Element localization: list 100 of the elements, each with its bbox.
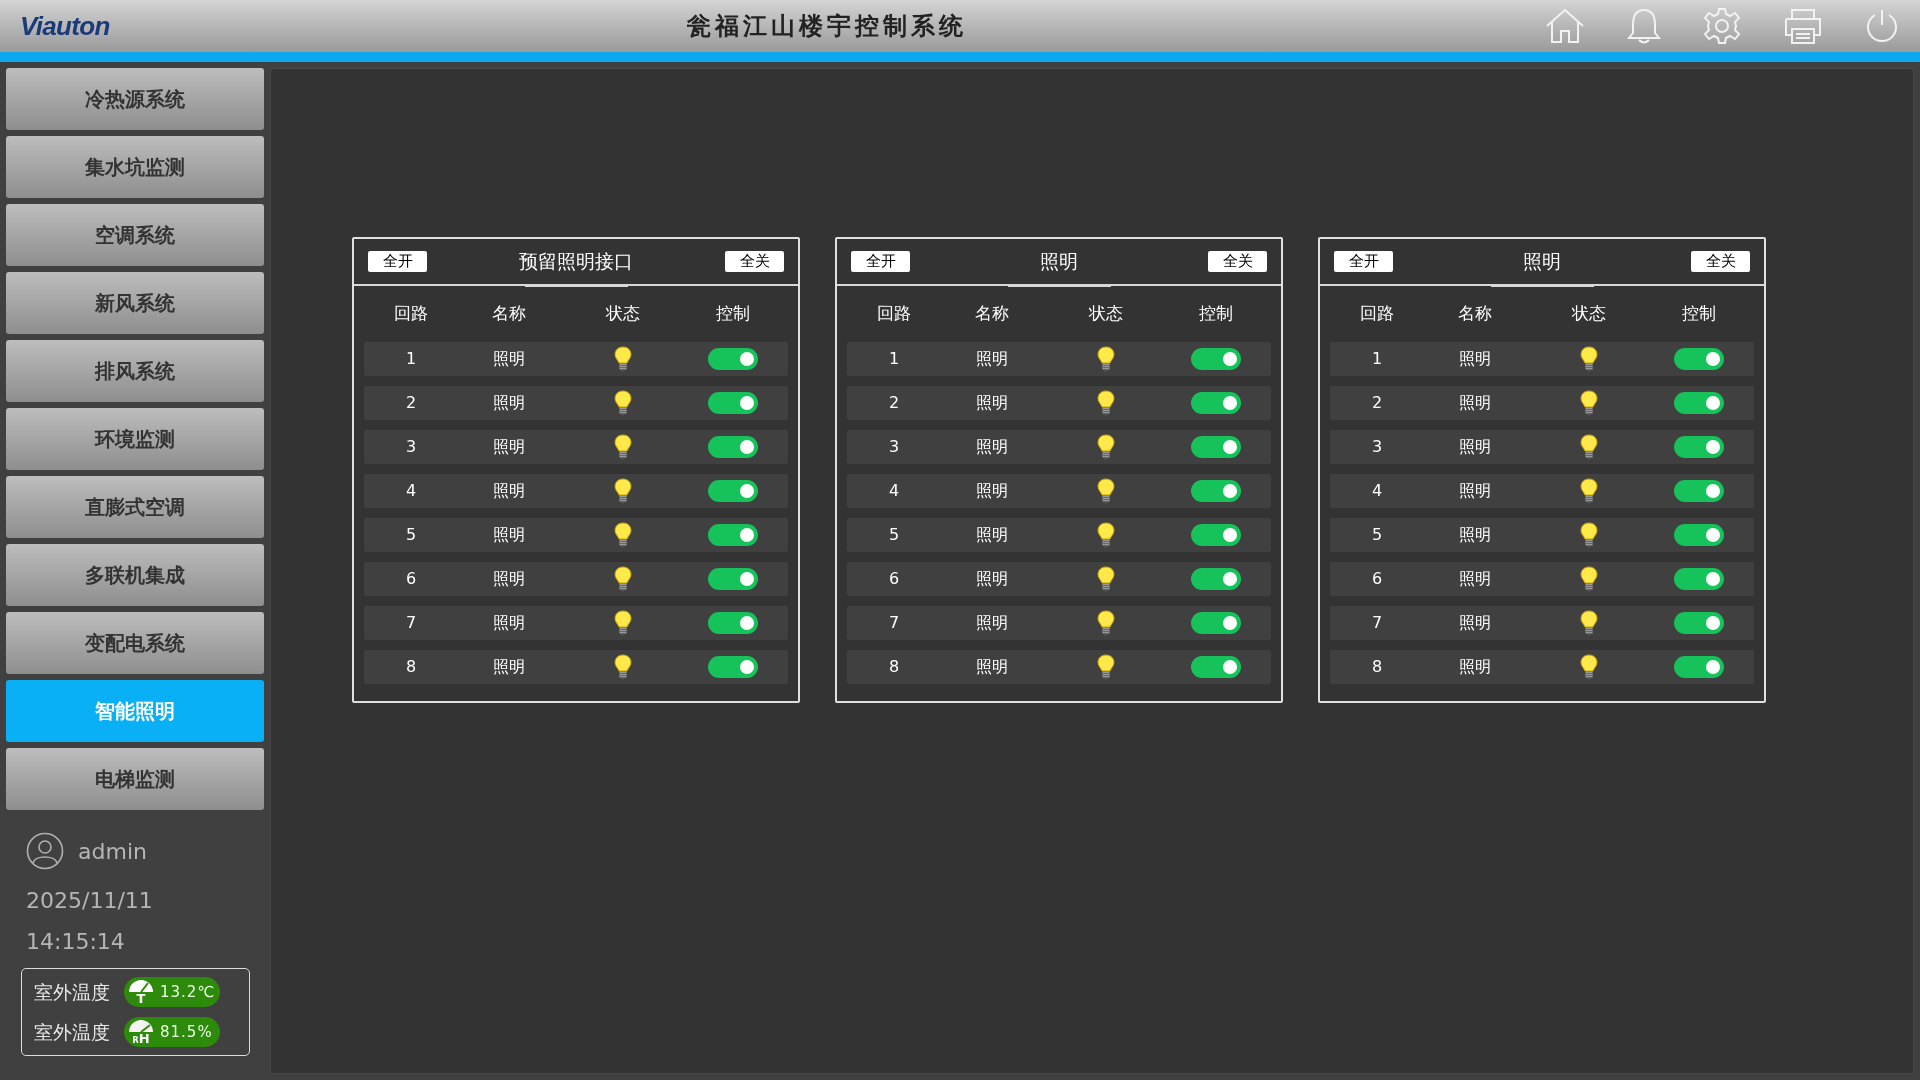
all-on-button[interactable]: 全开 [368,251,427,272]
all-off-button[interactable]: 全关 [1691,251,1750,272]
nav-item[interactable]: 排风系统 [6,340,264,402]
nav-item[interactable]: 电梯监测 [6,748,264,810]
toggle-switch[interactable] [708,612,758,634]
loop-number: 4 [887,480,901,502]
panel-title: 照明 [1040,249,1078,275]
circuit-name: 照明 [975,436,1009,458]
nav-item[interactable]: 新风系统 [6,272,264,334]
loop-number: 5 [887,524,901,546]
toggle-switch[interactable] [1191,656,1241,678]
username: admin [78,837,147,866]
circuit-name: 照明 [492,348,526,370]
column-header: 回路 [393,302,429,326]
circuit-name: 照明 [1458,612,1492,634]
circuit-name: 照明 [492,524,526,546]
nav-item[interactable]: 直膨式空调 [6,476,264,538]
loop-number: 3 [887,436,901,458]
circuit-name: 照明 [1458,436,1492,458]
sensor-label: 室外温度 [34,979,110,1005]
column-header: 控制 [1681,302,1717,326]
column-header: 状态 [605,302,641,326]
column-header: 名称 [974,302,1010,326]
toggle-switch[interactable] [1674,524,1724,546]
circuit-name: 照明 [1458,480,1492,502]
all-on-button[interactable]: 全开 [851,251,910,272]
loop-number: 6 [404,568,418,590]
toggle-switch[interactable] [1191,348,1241,370]
column-header: 控制 [715,302,751,326]
loop-number: 1 [887,348,901,370]
toggle-switch[interactable] [1674,392,1724,414]
sensor-reading: RH 81.5% [124,1017,220,1047]
toggle-switch[interactable] [1674,480,1724,502]
column-header: 名称 [1457,302,1493,326]
toggle-switch[interactable] [1191,436,1241,458]
loop-number: 2 [1370,392,1384,414]
panel-title: 预留照明接口 [519,249,633,275]
toggle-switch[interactable] [708,392,758,414]
nav-item[interactable]: 变配电系统 [6,612,264,674]
circuit-name: 照明 [1458,568,1492,590]
toggle-switch[interactable] [1191,524,1241,546]
loop-number: 6 [887,568,901,590]
circuit-name: 照明 [1458,392,1492,414]
loop-number: 4 [404,480,418,502]
time-text: 14:15:14 [25,928,126,956]
toggle-switch[interactable] [708,524,758,546]
nav-item[interactable]: 集水坑监测 [6,136,264,198]
toggle-switch[interactable] [708,568,758,590]
loop-number: 5 [1370,524,1384,546]
column-header: 状态 [1571,302,1607,326]
loop-number: 8 [887,656,901,678]
logo: Viauton [20,9,110,43]
toggle-switch[interactable] [708,656,758,678]
circuit-name: 照明 [492,568,526,590]
loop-number: 6 [1370,568,1384,590]
nav-item[interactable]: 冷热源系统 [6,68,264,130]
nav-item[interactable]: 环境监测 [6,408,264,470]
loop-number: 3 [1370,436,1384,458]
nav-item[interactable]: 空调系统 [6,204,264,266]
circuit-name: 照明 [975,480,1009,502]
window-title: 瓮福江山楼宇控制系统 [686,10,967,42]
circuit-name: 照明 [975,568,1009,590]
circuit-name: 照明 [1458,524,1492,546]
toggle-switch[interactable] [1191,612,1241,634]
circuit-name: 照明 [492,480,526,502]
nav-item[interactable]: 多联机集成 [6,544,264,606]
toggle-switch[interactable] [1674,436,1724,458]
circuit-name: 照明 [975,612,1009,634]
column-header: 控制 [1198,302,1234,326]
sensor-label: 室外温度 [34,1019,110,1045]
loop-number: 7 [404,612,418,634]
sensor-reading: T 13.2℃ [124,977,220,1007]
toggle-switch[interactable] [1674,612,1724,634]
loop-number: 5 [404,524,418,546]
toggle-switch[interactable] [1191,392,1241,414]
loop-number: 7 [887,612,901,634]
all-off-button[interactable]: 全关 [1208,251,1267,272]
column-header: 回路 [1359,302,1395,326]
toggle-switch[interactable] [708,348,758,370]
circuit-name: 照明 [492,656,526,678]
toggle-switch[interactable] [708,480,758,502]
toggle-switch[interactable] [1674,348,1724,370]
loop-number: 7 [1370,612,1384,634]
toggle-switch[interactable] [1674,656,1724,678]
toggle-switch[interactable] [1191,568,1241,590]
column-header: 回路 [876,302,912,326]
circuit-name: 照明 [975,524,1009,546]
loop-number: 1 [404,348,418,370]
all-off-button[interactable]: 全关 [725,251,784,272]
all-on-button[interactable]: 全开 [1334,251,1393,272]
circuit-name: 照明 [492,436,526,458]
toggle-switch[interactable] [1674,568,1724,590]
circuit-name: 照明 [975,656,1009,678]
loop-number: 8 [404,656,418,678]
circuit-name: 照明 [492,392,526,414]
toggle-switch[interactable] [1191,480,1241,502]
column-header: 名称 [491,302,527,326]
loop-number: 3 [404,436,418,458]
toggle-switch[interactable] [708,436,758,458]
user-icon [26,832,64,870]
